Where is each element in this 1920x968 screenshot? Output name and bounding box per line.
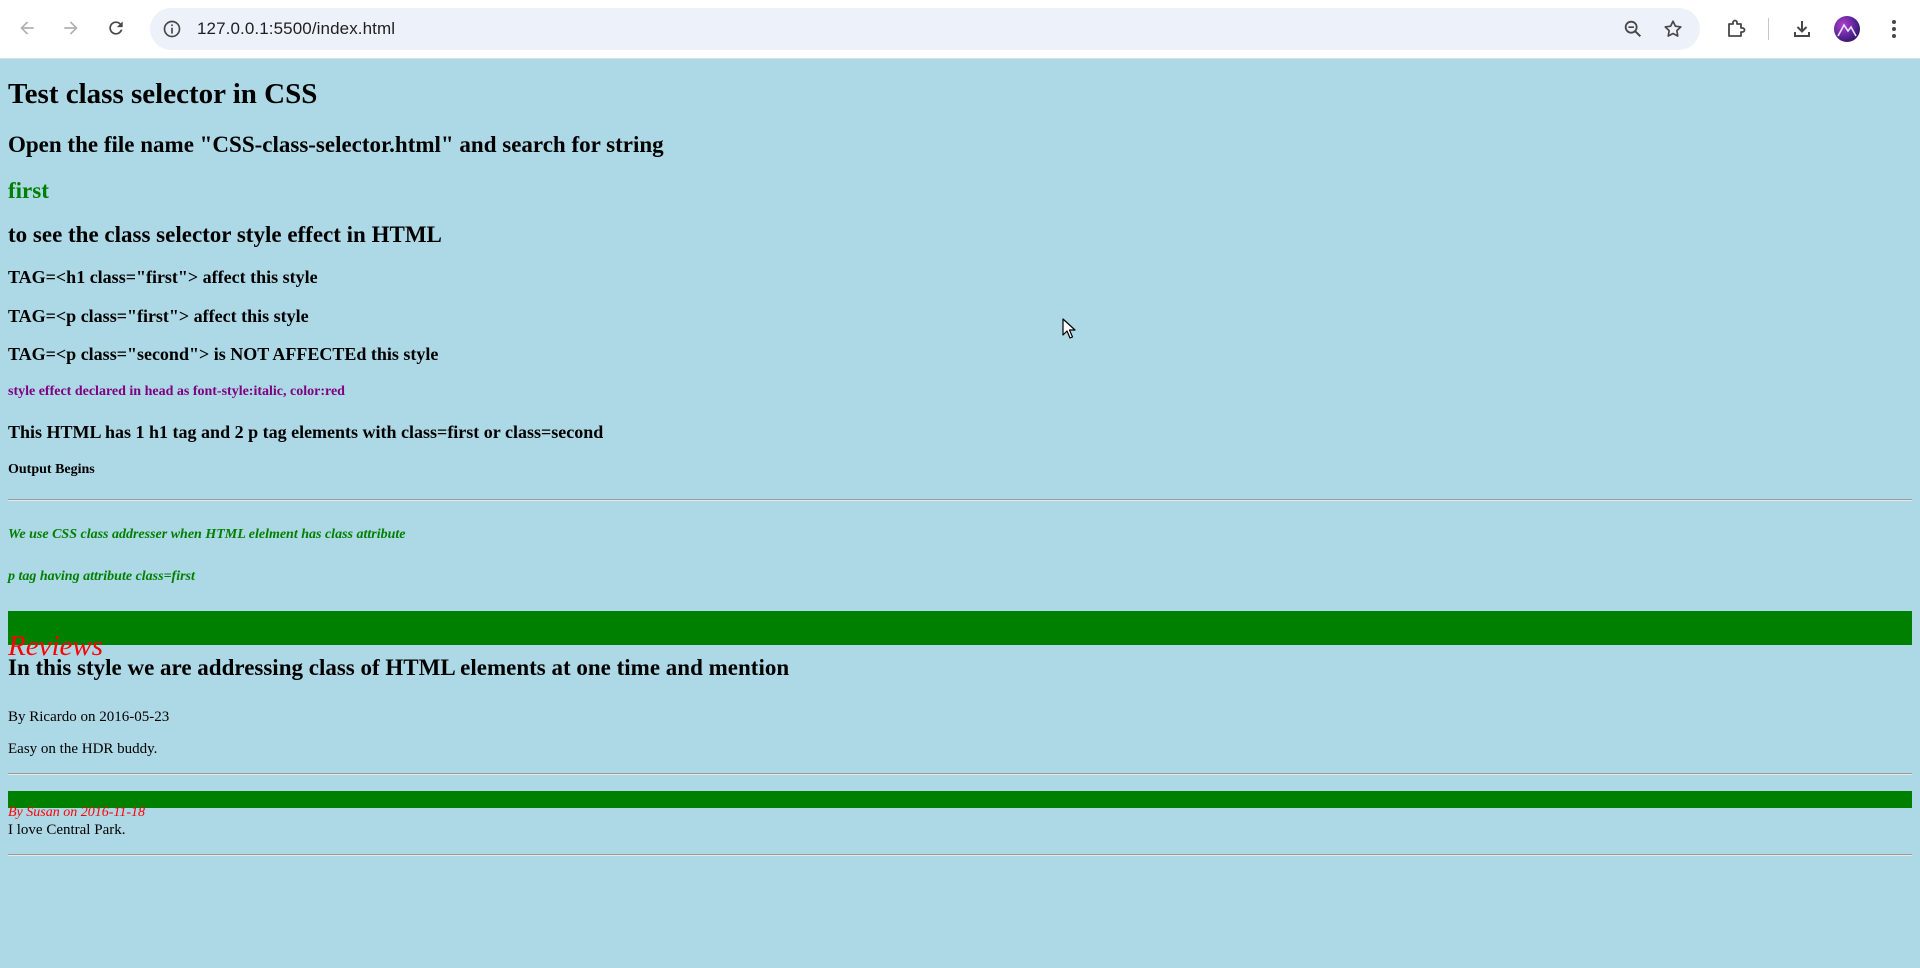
- review-2-banner: By Susan on 2016-11-18: [8, 791, 1912, 820]
- summary-heading: This HTML has 1 h1 tag and 2 p tag eleme…: [8, 422, 604, 442]
- zoom-icon[interactable]: [1622, 18, 1644, 40]
- instruction-heading: Open the file name "CSS-class-selector.h…: [8, 132, 664, 157]
- instruction-heading-2: to see the class selector style effect i…: [8, 222, 442, 247]
- page-content: Test class selector in CSS Open the file…: [0, 58, 1920, 968]
- profile-avatar-icon: [1837, 23, 1857, 37]
- divider: [8, 773, 1912, 775]
- bookmark-star-icon[interactable]: [1662, 18, 1684, 40]
- style-note: style effect declared in head as font-st…: [8, 384, 345, 399]
- forward-button[interactable]: [53, 10, 89, 46]
- addressing-heading: In this style we are addressing class of…: [8, 655, 790, 680]
- output-begins-heading: Output Begins: [8, 462, 95, 477]
- more-menu-icon[interactable]: [1882, 16, 1906, 42]
- review-1-author: By Ricardo on 2016-05-23: [8, 709, 170, 725]
- divider: [8, 499, 1912, 501]
- tag-p-first-note: TAG=<p class="first"> affect this style: [8, 306, 309, 326]
- back-arrow-icon: [20, 21, 34, 35]
- review-2-text: I love Central Park.: [8, 822, 126, 838]
- site-info-icon[interactable]: [162, 19, 182, 39]
- output-line-1: We use CSS class addresser when HTML ele…: [8, 527, 406, 542]
- tag-p-second-note: TAG=<p class="second"> is NOT AFFECTEd t…: [8, 344, 439, 364]
- reviews-banner: Reviews: [8, 611, 1912, 662]
- url-text[interactable]: 127.0.0.1:5500/index.html: [197, 19, 395, 39]
- review-2-author: By Susan on 2016-11-18: [8, 805, 145, 820]
- extensions-puzzle-icon[interactable]: [1724, 17, 1748, 41]
- back-button[interactable]: [9, 10, 45, 46]
- download-icon[interactable]: [1790, 17, 1814, 41]
- mouse-cursor-icon: [1062, 318, 1076, 339]
- output-line-2: p tag having attribute class=first: [8, 569, 195, 584]
- forward-arrow-icon: [64, 21, 78, 35]
- address-bar[interactable]: 127.0.0.1:5500/index.html: [150, 8, 1700, 50]
- tag-h1-note: TAG=<h1 class="first"> affect this style: [8, 267, 318, 287]
- divider: [8, 854, 1912, 856]
- reload-button[interactable]: [98, 10, 134, 46]
- browser-toolbar: 127.0.0.1:5500/index.html: [0, 0, 1920, 59]
- review-1-text: Easy on the HDR buddy.: [8, 741, 158, 757]
- search-string-heading: first: [8, 178, 49, 203]
- toolbar-separator: [1768, 18, 1769, 40]
- reload-icon: [109, 21, 123, 35]
- profile-avatar[interactable]: [1834, 16, 1860, 42]
- page-title: Test class selector in CSS: [8, 78, 318, 110]
